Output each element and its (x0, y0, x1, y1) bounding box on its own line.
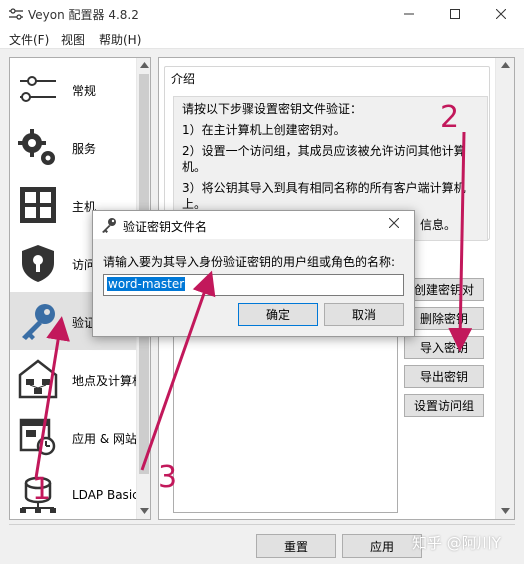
network-house-icon (18, 359, 58, 399)
intro-line: 2）设置一个访问组，其成员应该被允许访问其他计算机。 (182, 144, 466, 174)
annotation-step-1: 1 (32, 472, 52, 507)
reset-button[interactable]: 重置 (256, 534, 336, 558)
sidebar-item-apps-websites[interactable]: 应用 & 网站 (10, 408, 137, 466)
menu-file[interactable]: 文件(F) (9, 31, 49, 48)
create-keypair-button[interactable]: 创建密钥对 (404, 278, 484, 301)
window-clock-icon (19, 418, 56, 456)
sidebar-item-label: 地点及计算机 (72, 374, 145, 388)
title-bar: Veyon 配置器 4.8.2 (0, 0, 524, 27)
sidebar-item-label: 常规 (72, 84, 97, 98)
auth-key-name-dialog: 验证密钥文件名 请输入要为其导入身份验证密钥的用户组或角色的名称: word-m… (92, 210, 415, 337)
maximize-button[interactable] (432, 0, 478, 27)
dialog-title-bar: 验证密钥文件名 (93, 211, 414, 239)
menu-bar: 文件(F) 视图 帮助(H) (0, 27, 524, 49)
sidebar-item-ldap[interactable]: LDAP Basic (10, 466, 139, 519)
maximize-icon (450, 8, 460, 19)
minimize-button[interactable] (386, 0, 432, 27)
scroll-up-icon (140, 62, 149, 68)
group-name-value: word-master (107, 277, 186, 291)
grid-icon (20, 187, 56, 223)
export-key-button[interactable]: 导出密钥 (404, 365, 484, 388)
delete-key-button[interactable]: 删除密钥 (404, 307, 484, 330)
menu-view[interactable]: 视图 (61, 31, 85, 48)
intro-line: 请按以下步骤设置密钥文件验证： (182, 102, 363, 116)
bottom-separator (9, 524, 515, 525)
apply-button[interactable]: 应用 (342, 534, 422, 558)
scroll-up-icon (501, 62, 510, 68)
close-button[interactable] (478, 0, 524, 27)
annotation-step-2: 2 (440, 100, 460, 135)
sidebar-item-general[interactable]: 常规 (10, 60, 136, 118)
window-title: Veyon 配置器 4.8.2 (28, 8, 139, 22)
menu-help[interactable]: 帮助(H) (99, 31, 141, 48)
sidebar-item-label: 服务 (72, 142, 97, 156)
intro-line: 1）在主计算机上创建密钥对。 (182, 123, 346, 137)
key-icon (102, 218, 116, 233)
intro-group-title: 介绍 (169, 70, 198, 87)
app-settings-icon (9, 8, 23, 20)
intro-line: 3）将公钥其导入到具有相同名称的所有客户端计算机上。 (182, 181, 466, 211)
scroll-down-icon (501, 508, 510, 514)
dialog-close-button[interactable] (388, 216, 400, 232)
sidebar-item-label: LDAP Basic (72, 488, 139, 502)
group-name-input[interactable]: word-master (103, 274, 404, 296)
main-scrollbar[interactable] (495, 58, 514, 519)
key-icon (22, 304, 55, 340)
watermark: 知乎 @阿川Y (412, 534, 501, 552)
sidebar-item-locations[interactable]: 地点及计算机 (10, 350, 144, 408)
annotation-step-3: 3 (158, 460, 178, 495)
dialog-title: 验证密钥文件名 (123, 220, 208, 234)
import-key-button[interactable]: 导入密钥 (404, 336, 484, 359)
close-icon (388, 217, 400, 229)
shield-keyhole-icon (22, 245, 54, 282)
sliders-icon (20, 76, 56, 102)
sidebar-item-label: 应用 & 网站 (72, 432, 137, 446)
set-access-group-button[interactable]: 设置访问组 (404, 394, 484, 417)
cancel-button[interactable]: 取消 (324, 303, 404, 326)
scroll-down-icon (140, 508, 149, 514)
gears-icon (18, 129, 55, 165)
intro-line: 信息。 (420, 218, 457, 232)
ok-button[interactable]: 确定 (238, 303, 318, 326)
sidebar-item-service[interactable]: 服务 (10, 118, 136, 176)
minimize-icon (404, 13, 414, 14)
dialog-prompt: 请输入要为其导入身份验证密钥的用户组或角色的名称: (103, 255, 396, 269)
close-icon (496, 8, 506, 19)
